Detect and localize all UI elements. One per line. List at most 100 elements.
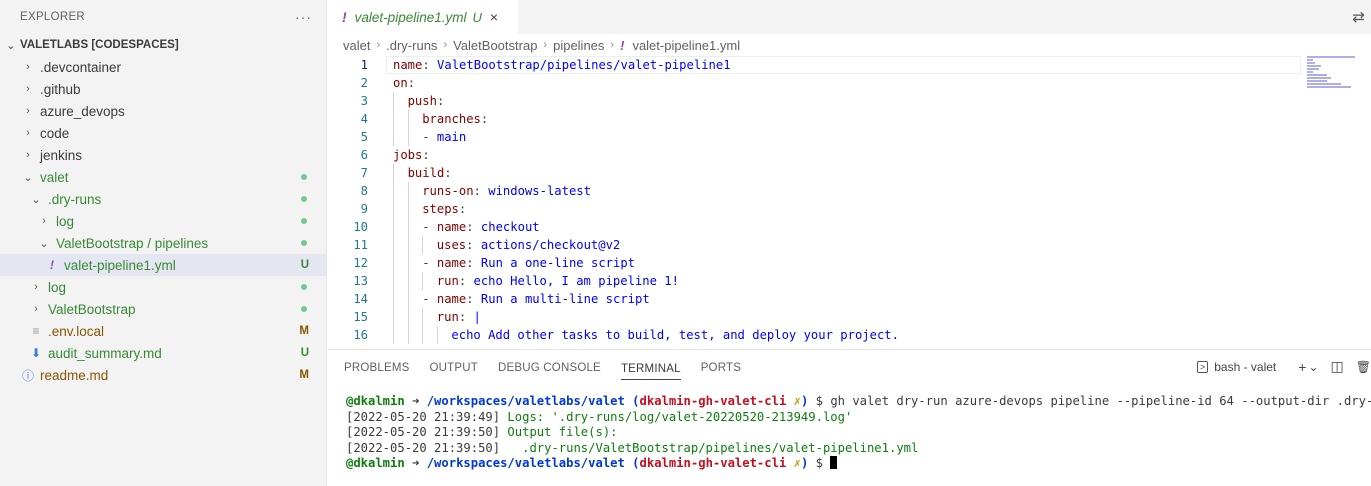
tree-item[interactable]: › jenkins	[0, 144, 326, 166]
indent-guide	[407, 182, 409, 200]
prompt-branch: dkalmin-gh-valet-cli	[639, 456, 787, 470]
tree-item[interactable]: ⬇ audit_summary.md U	[0, 342, 326, 364]
code-line: 15 run: |	[328, 308, 1371, 326]
compare-changes-icon[interactable]: ⇄	[1352, 8, 1365, 26]
yaml-value: checkout	[480, 220, 540, 234]
code-text: - name: checkout	[422, 220, 540, 234]
tree-item[interactable]: › .devcontainer	[0, 56, 326, 78]
workspace-folder-header[interactable]: ⌄ VALETLABS [CODESPACES]	[0, 34, 326, 56]
yaml-separator: :	[466, 256, 481, 270]
code-text: run: echo Hello, I am pipeline 1!	[437, 274, 679, 288]
prompt-user: @dkalmin	[346, 394, 405, 408]
tab-debug-console[interactable]: DEBUG CONSOLE	[498, 350, 601, 386]
tab-ports[interactable]: PORTS	[701, 350, 741, 386]
chevron-down-icon[interactable]: ⌄	[1308, 360, 1318, 374]
yaml-separator: :	[458, 274, 474, 288]
yaml-key: run	[436, 310, 459, 324]
code-line: 13 run: echo Hello, I am pipeline 1!	[328, 272, 1371, 290]
close-icon[interactable]: ×	[490, 9, 498, 25]
tab-problems[interactable]: PROBLEMS	[344, 350, 410, 386]
chevron-right-icon: ›	[610, 39, 615, 51]
yaml-key: name	[393, 58, 423, 72]
tree-item[interactable]: › log	[0, 276, 326, 298]
breadcrumb-item[interactable]: valet	[343, 38, 370, 53]
breadcrumb: valet › .dry-runs › ValetBootstrap › pipelines…	[328, 34, 1371, 56]
split-terminal-icon[interactable]: ◫	[1331, 358, 1344, 375]
git-status-badge: M	[299, 325, 309, 337]
yaml-separator: :	[466, 238, 481, 252]
more-actions-icon[interactable]: ···	[295, 9, 312, 25]
prompt-path: /workspaces/valetlabs/valet	[426, 456, 625, 470]
add-terminal-icon[interactable]: +	[1298, 359, 1306, 375]
yaml-separator: :	[407, 76, 416, 90]
chevron-right-icon: ›	[34, 281, 38, 293]
prompt-arrow: ➜	[404, 456, 427, 470]
code-text: jobs:	[393, 148, 430, 162]
file-tree: › .devcontainer › .github › azure_devops › code…	[0, 56, 326, 386]
tree-item-label: log	[48, 279, 67, 295]
tree-item[interactable]: › ValetBootstrap	[0, 298, 326, 320]
tree-item[interactable]: › log	[0, 210, 326, 232]
line-number: 10	[353, 220, 368, 234]
breadcrumb-item[interactable]: pipelines	[553, 38, 604, 53]
terminal-icon: >	[1196, 360, 1209, 373]
line-number: 7	[360, 166, 368, 180]
indent-guide	[407, 308, 409, 326]
tree-item[interactable]: ⌄ valet	[0, 166, 326, 188]
trash-icon[interactable]: 🗑	[1356, 360, 1371, 374]
chevron-right-icon: ›	[543, 39, 548, 51]
tree-item[interactable]: ⌄ ValetBootstrap / pipelines	[0, 232, 326, 254]
yaml-value: echo Hello, I am pipeline 1!	[473, 274, 679, 288]
yaml-value: Run a one-line script	[480, 256, 636, 270]
yaml-key: run	[436, 274, 459, 288]
terminal-selector[interactable]: > bash - valet	[1196, 360, 1276, 374]
modified-dot	[301, 174, 307, 180]
terminal-line-output-header: [2022-05-20 21:39:50] Output file(s):	[346, 425, 1371, 441]
tree-item[interactable]: ! valet-pipeline1.yml U	[0, 254, 326, 276]
chevron-right-icon: ›	[26, 149, 30, 161]
editor-tab-valet-pipeline1[interactable]: ! valet-pipeline1.yml U ×	[328, 0, 518, 34]
breadcrumb-item[interactable]: valet-pipeline1.yml	[632, 38, 740, 53]
yaml-separator: :	[473, 184, 489, 198]
tree-item-label: ValetBootstrap	[48, 301, 136, 317]
tree-item[interactable]: ≡ .env.local M	[0, 320, 326, 342]
breadcrumb-item[interactable]: .dry-runs	[386, 38, 437, 53]
indent-guide	[393, 218, 394, 236]
code-line: 6 jobs:	[328, 146, 1371, 164]
log-timestamp: [2022-05-20 21:39:50]	[346, 440, 501, 455]
modified-dot	[301, 284, 307, 290]
tree-item[interactable]: › azure_devops	[0, 100, 326, 122]
yaml-value: |	[473, 310, 481, 324]
tree-item[interactable]: › .github	[0, 78, 326, 100]
panel-tab-bar: PROBLEMS OUTPUT DEBUG CONSOLE TERMINAL P…	[328, 350, 1371, 386]
tree-item-label: log	[56, 213, 75, 229]
tree-item-label: audit_summary.md	[48, 345, 162, 361]
yaml-value: ValetBootstrap/pipelines/valet-pipeline1	[437, 58, 731, 72]
code-text: name: ValetBootstrap/pipelines/valet-pip…	[393, 58, 731, 72]
tree-item[interactable]: ⓘ readme.md M	[0, 364, 326, 386]
modified-dot	[301, 240, 307, 246]
modified-dot	[301, 306, 307, 312]
indent-guide	[436, 326, 438, 344]
terminal-line-prompt: @dkalmin ➜ /workspaces/valetlabs/valet (…	[346, 456, 1371, 472]
prompt-dirty: ✗	[786, 394, 801, 408]
line-number: 15	[353, 310, 368, 324]
code-line: 5 - main	[328, 128, 1371, 146]
tab-terminal[interactable]: TERMINAL	[620, 358, 681, 380]
terminal-output[interactable]: @dkalmin ➜ /workspaces/valetlabs/valet (…	[346, 394, 1371, 472]
tree-item[interactable]: ⌄ .dry-runs	[0, 188, 326, 210]
tree-item[interactable]: › code	[0, 122, 326, 144]
minimap[interactable]	[1307, 56, 1357, 96]
code-editor[interactable]: 1 name: ValetBootstrap/pipelines/valet-pi…	[328, 56, 1371, 349]
prompt-symbol: $	[808, 394, 831, 408]
breadcrumb-item[interactable]: ValetBootstrap	[453, 38, 537, 53]
tab-output[interactable]: OUTPUT	[430, 350, 478, 386]
indent-guide	[393, 110, 394, 128]
code-text: on:	[393, 76, 415, 90]
yaml-key: name	[436, 292, 467, 306]
chevron-right-icon: ›	[443, 39, 448, 51]
git-status-badge: U	[300, 347, 309, 359]
code-text: - main	[422, 130, 467, 144]
terminal-command: gh valet dry-run azure-devops pipeline -…	[830, 394, 1371, 408]
prompt-branch-open: (	[624, 456, 640, 470]
